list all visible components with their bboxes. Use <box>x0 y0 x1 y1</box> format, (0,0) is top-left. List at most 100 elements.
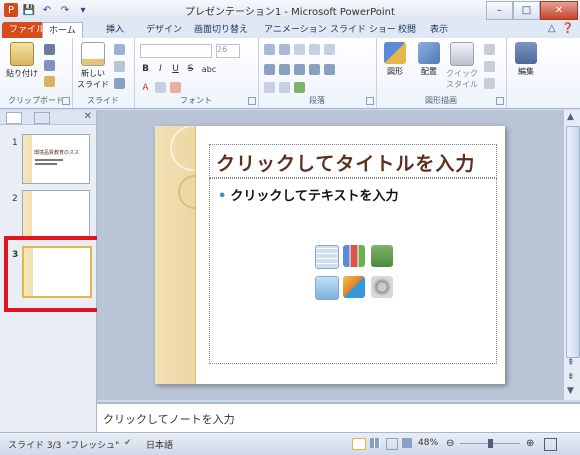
zoom-out-icon[interactable]: ⊖ <box>446 438 454 449</box>
content-insert-icons <box>315 245 397 301</box>
theme-name: "フレッシュ" <box>66 441 120 451</box>
zoom-in-icon[interactable]: ⊕ <box>526 438 534 449</box>
slideshow-icon[interactable] <box>402 438 412 448</box>
notes-pane[interactable]: クリックしてノートを入力 <box>97 402 580 434</box>
underline-button[interactable]: U <box>170 64 181 74</box>
paste-button[interactable]: 貼り付け <box>4 42 40 79</box>
text-direction-icon[interactable] <box>264 82 275 93</box>
char-spacing-button[interactable]: abc <box>200 65 218 74</box>
font-launcher[interactable] <box>248 97 256 105</box>
drawing-launcher[interactable] <box>496 97 504 105</box>
clear-format-icon[interactable] <box>170 82 181 93</box>
layout-icon[interactable] <box>114 44 125 55</box>
title-bar: P 💾 ↶ ↷ ▾ プレゼンテーション1 - Microsoft PowerPo… <box>0 0 580 21</box>
close-button[interactable]: ✕ <box>540 1 578 20</box>
group-drawing: 図形 配置 クイック スタイル 図形描画 <box>376 38 507 108</box>
zoom-level[interactable]: 48% <box>418 438 438 448</box>
paragraph-launcher[interactable] <box>366 97 374 105</box>
group-slides: 新しい スライド スライド <box>72 38 135 108</box>
maximize-button[interactable]: □ <box>513 1 540 20</box>
font-name-field[interactable] <box>140 44 212 58</box>
copy-icon[interactable] <box>44 60 55 71</box>
italic-button[interactable]: I <box>155 64 166 74</box>
bullets-icon[interactable] <box>264 44 275 55</box>
scroll-thumb[interactable] <box>566 126 580 358</box>
align-left-icon[interactable] <box>264 64 275 75</box>
tab-home[interactable]: ホーム <box>42 22 83 39</box>
reset-icon[interactable] <box>114 61 125 72</box>
spellcheck-icon[interactable]: ✔ <box>124 438 132 448</box>
edit-button[interactable]: 編集 <box>512 42 540 77</box>
slide-count: スライド 3/3 <box>8 441 62 451</box>
shape-outline-icon[interactable] <box>484 61 495 72</box>
cut-icon[interactable] <box>44 44 55 55</box>
insert-media-icon[interactable] <box>371 276 393 298</box>
quick-style-button[interactable]: クイック スタイル <box>446 42 478 90</box>
shape-fill-icon[interactable] <box>484 44 495 55</box>
reading-view-icon[interactable] <box>386 438 398 450</box>
pane-tabs: ✕ <box>0 110 96 125</box>
tab-slideshow[interactable]: スライド ショー <box>324 22 402 38</box>
numbering-icon[interactable] <box>279 44 290 55</box>
vertical-scrollbar[interactable]: ▲ ⇞ ⇟ ▼ <box>563 110 580 400</box>
body-placeholder[interactable]: • クリックしてテキストを入力 <box>209 178 497 364</box>
shape-effects-icon[interactable] <box>484 78 495 89</box>
group-edit: 編集 <box>506 38 546 108</box>
ribbon-tabs: ファイル ホーム 挿入 デザイン 画面切り替え アニメーション スライド ショー… <box>0 20 580 39</box>
scroll-down-icon[interactable]: ▼ <box>567 386 574 396</box>
insert-picture-icon[interactable] <box>315 276 339 300</box>
font-size-field[interactable]: 26 <box>216 44 240 58</box>
slide-thumbnail-2[interactable] <box>22 190 90 240</box>
title-placeholder[interactable]: クリックしてタイトルを入力 <box>209 144 497 178</box>
format-painter-icon[interactable] <box>44 76 55 87</box>
zoom-slider-thumb[interactable] <box>488 439 493 448</box>
shapes-button[interactable]: 図形 <box>380 42 410 77</box>
minimize-ribbon-icon[interactable]: △ <box>548 23 556 34</box>
next-slide-icon[interactable]: ⇟ <box>567 372 575 382</box>
language[interactable]: 日本語 <box>146 438 173 451</box>
align-center-icon[interactable] <box>279 64 290 75</box>
status-bar: スライド 3/3 "フレッシュ" ✔ 日本語 48% ⊖ ⊕ <box>0 432 580 455</box>
align-text-icon[interactable] <box>279 82 290 93</box>
columns-icon[interactable] <box>324 64 335 75</box>
arrange-button[interactable]: 配置 <box>414 42 444 77</box>
justify-icon[interactable] <box>309 64 320 75</box>
increase-indent-icon[interactable] <box>309 44 320 55</box>
new-slide-button[interactable]: 新しい スライド <box>76 42 110 90</box>
fit-to-window-icon[interactable] <box>544 438 557 451</box>
clipboard-launcher[interactable] <box>62 97 70 105</box>
slide-sorter-icon[interactable] <box>370 438 380 448</box>
ribbon: 貼り付け クリップボード 新しい スライド スライド 26 B I U S ab… <box>0 38 580 109</box>
insert-table-icon[interactable] <box>315 245 339 269</box>
insert-clipart-icon[interactable] <box>343 276 365 298</box>
window-controls: – □ ✕ <box>486 1 578 20</box>
tab-view[interactable]: 表示 <box>424 22 454 38</box>
slide-thumbnail-1[interactable]: 環境品質教育のスス <box>22 134 90 184</box>
tab-design[interactable]: デザイン <box>140 22 188 38</box>
align-right-icon[interactable] <box>294 64 305 75</box>
quick-style-icon <box>450 42 474 66</box>
smartart-icon[interactable] <box>294 82 305 93</box>
insert-chart-icon[interactable] <box>343 245 365 267</box>
section-icon[interactable] <box>114 78 125 89</box>
bold-button[interactable]: B <box>140 64 151 74</box>
font-color-button[interactable]: A <box>140 83 151 93</box>
slides-tab-icon[interactable] <box>6 112 22 124</box>
line-spacing-icon[interactable] <box>324 44 335 55</box>
decrease-indent-icon[interactable] <box>294 44 305 55</box>
tab-review[interactable]: 校閲 <box>392 22 422 38</box>
ribbon-right-controls: △ ❓ <box>548 23 574 34</box>
help-icon[interactable]: ❓ <box>562 23 574 34</box>
tab-animations[interactable]: アニメーション <box>258 22 333 38</box>
prev-slide-icon[interactable]: ⇞ <box>567 358 575 368</box>
strikethrough-button[interactable]: S <box>185 64 196 74</box>
close-pane-icon[interactable]: ✕ <box>84 111 92 122</box>
scroll-up-icon[interactable]: ▲ <box>567 112 574 122</box>
insert-smartart-icon[interactable] <box>371 245 393 267</box>
tab-insert[interactable]: 挿入 <box>100 22 130 38</box>
normal-view-icon[interactable] <box>352 438 366 450</box>
tab-transitions[interactable]: 画面切り替え <box>188 22 254 38</box>
outline-tab-icon[interactable] <box>34 112 50 124</box>
change-case-icon[interactable] <box>155 82 166 93</box>
minimize-button[interactable]: – <box>486 1 513 20</box>
